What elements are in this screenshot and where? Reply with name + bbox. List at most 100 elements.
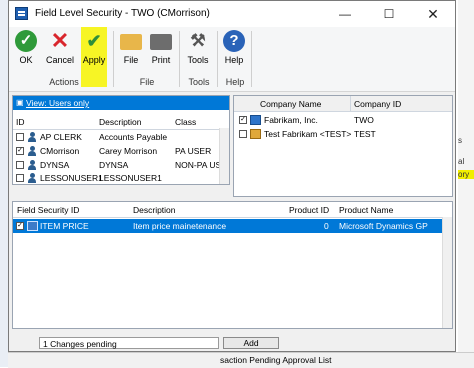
background-app-bottom: saction Pending Approval List: [8, 352, 474, 368]
title-bar[interactable]: Field Level Security - TWO (CMorrison) —…: [9, 1, 455, 28]
user-icon: [27, 160, 37, 170]
user-id: DYNSA: [40, 160, 70, 170]
company-checkbox-checked[interactable]: ✓: [239, 116, 247, 124]
ok-button[interactable]: ✓ OK: [13, 30, 39, 70]
company-name: Test Fabrikam <TEST>: [264, 129, 352, 139]
group-separator: [251, 31, 252, 87]
col-field-description[interactable]: Description: [133, 205, 176, 215]
folder-icon: [120, 34, 142, 50]
changes-pending-field: 1 Changes pending: [39, 337, 219, 349]
users-panel: ▣ View: Users only ID Description Class …: [12, 95, 230, 185]
ok-label: OK: [19, 55, 33, 65]
col-product-name[interactable]: Product Name: [339, 205, 393, 215]
user-class: NON-PA US: [175, 160, 222, 170]
user-class: PA USER: [175, 146, 212, 156]
user-row[interactable]: DYNSA DYNSA NON-PA US: [13, 158, 229, 172]
tools-icon: ⚒: [190, 31, 206, 50]
file-button[interactable]: File: [117, 30, 145, 70]
company-id: TWO: [354, 115, 374, 125]
field-description: Item price mainetenance: [133, 221, 227, 231]
company-row[interactable]: Test Fabrikam <TEST> TEST: [234, 127, 452, 141]
field-product-id: 0: [324, 221, 329, 231]
col-description[interactable]: Description: [99, 117, 142, 127]
fields-panel: Field Security ID Description Product ID…: [12, 201, 453, 329]
user-checkbox[interactable]: [16, 174, 24, 182]
cancel-label: Cancel: [45, 55, 74, 65]
group-label-tools: Tools: [188, 77, 210, 87]
user-id: AP CLERK: [40, 132, 82, 142]
header-divider: [350, 96, 351, 111]
group-separator: [179, 31, 180, 87]
companies-header: Company Name Company ID: [234, 96, 452, 112]
user-icon: [27, 146, 37, 156]
check-icon: ✓: [15, 30, 37, 52]
minimize-button[interactable]: —: [323, 1, 367, 27]
file-label: File: [123, 55, 139, 65]
printer-icon: [150, 34, 172, 50]
print-label: Print: [151, 55, 171, 65]
field-id: ITEM PRICE: [40, 221, 89, 231]
col-id[interactable]: ID: [16, 117, 25, 127]
background-text: al: [458, 157, 465, 166]
cancel-button[interactable]: ✕ Cancel: [43, 30, 77, 70]
users-header: ID Description Class: [13, 114, 229, 130]
user-checkbox[interactable]: [16, 161, 24, 169]
close-button[interactable]: ✕: [411, 1, 455, 27]
group-label-file: File: [139, 77, 155, 87]
status-bar: 1 Changes pending Add: [9, 335, 455, 351]
apply-label: Apply: [82, 55, 106, 65]
view-users-only-link[interactable]: View: Users only: [26, 98, 89, 108]
apply-icon: ✔: [86, 31, 102, 51]
collapse-icon[interactable]: ▣: [16, 98, 24, 107]
user-description: Carey Morrison: [99, 146, 158, 156]
col-field-security-id[interactable]: Field Security ID: [17, 205, 79, 215]
user-icon: [27, 132, 37, 142]
col-product-id[interactable]: Product ID: [289, 205, 329, 215]
group-separator: [217, 31, 218, 87]
background-text-highlighted: ory: [458, 170, 474, 179]
company-row[interactable]: ✓ Fabrikam, Inc. TWO: [234, 113, 452, 127]
user-row[interactable]: ✓ CMorrison Carey Morrison PA USER: [13, 144, 229, 158]
user-row[interactable]: AP CLERK Accounts Payable: [13, 130, 229, 144]
help-label: Help: [224, 55, 244, 65]
help-icon: ?: [223, 30, 245, 52]
app-icon: [15, 7, 28, 20]
group-separator: [113, 31, 114, 87]
help-button[interactable]: ? Help: [220, 30, 248, 70]
user-id: CMorrison: [40, 146, 80, 156]
col-class[interactable]: Class: [175, 117, 196, 127]
cancel-x-icon: ✕: [50, 28, 70, 53]
maximize-button[interactable]: ☐: [367, 1, 411, 27]
user-description: DYNSA: [99, 160, 129, 170]
company-id: TEST: [354, 129, 376, 139]
user-checkbox-checked[interactable]: ✓: [16, 147, 24, 155]
tools-label: Tools: [187, 55, 209, 65]
background-app-right: s al ory: [458, 0, 474, 367]
company-checkbox[interactable]: [239, 130, 247, 138]
add-button[interactable]: Add: [223, 337, 279, 349]
user-row[interactable]: LESSONUSER1 LESSONUSER1: [13, 171, 229, 184]
field-row-selected[interactable]: ✓ ITEM PRICE Item price mainetenance 0 M…: [13, 219, 442, 233]
tools-button[interactable]: ⚒ Tools: [183, 30, 213, 70]
field-product-name: Microsoft Dynamics GP: [339, 221, 428, 231]
users-view-bar[interactable]: ▣ View: Users only: [13, 96, 229, 110]
company-icon: [250, 115, 261, 125]
company-name: Fabrikam, Inc.: [264, 115, 318, 125]
user-description: LESSONUSER1: [99, 173, 162, 183]
group-label-actions: Actions: [49, 77, 79, 87]
company-icon: [250, 129, 261, 139]
user-icon: [27, 173, 37, 183]
field-icon: [27, 221, 38, 231]
users-scrollbar[interactable]: [219, 128, 229, 184]
field-checkbox-checked[interactable]: ✓: [16, 222, 24, 230]
companies-panel: Company Name Company ID ✓ Fabrikam, Inc.…: [233, 95, 453, 197]
user-checkbox[interactable]: [16, 133, 24, 141]
print-button[interactable]: Print: [147, 30, 175, 70]
group-label-help: Help: [225, 77, 245, 87]
fields-scrollbar[interactable]: [442, 217, 452, 328]
apply-button[interactable]: ✔ Apply: [81, 30, 107, 70]
background-text: s: [458, 136, 462, 145]
ribbon: ✓ OK ✕ Cancel ✔ Apply File Print ⚒ Tools…: [9, 27, 455, 92]
col-company-name[interactable]: Company Name: [260, 99, 321, 109]
col-company-id[interactable]: Company ID: [354, 99, 401, 109]
